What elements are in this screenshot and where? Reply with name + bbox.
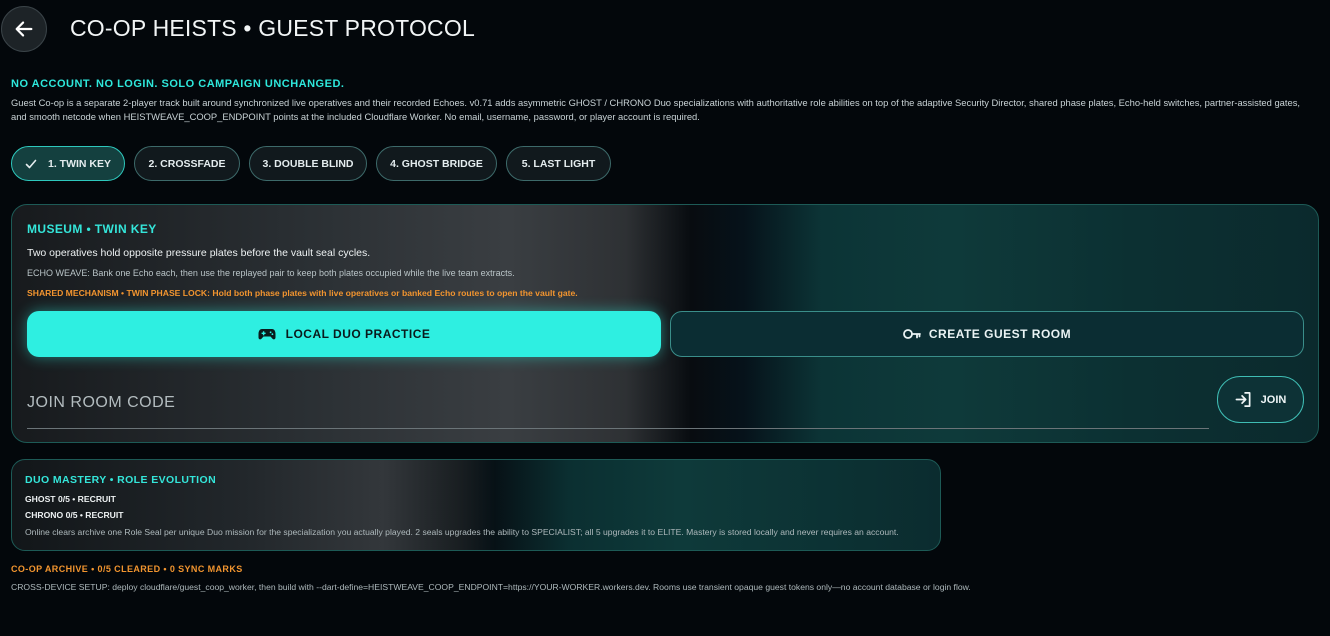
join-room-code-input[interactable] <box>27 377 1209 429</box>
login-icon <box>1235 392 1251 407</box>
join-label: JOIN <box>1260 393 1287 406</box>
page-title: CO-OP HEISTS • GUEST PROTOCOL <box>70 15 475 41</box>
create-guest-room-label: CREATE GUEST ROOM <box>928 327 1072 341</box>
mission-tab-label: 4. GHOST BRIDGE <box>390 157 483 170</box>
intro-text: Guest Co-op is a separate 2-player track… <box>11 97 1301 122</box>
mission-tab-label: 2. CROSSFADE <box>148 157 226 170</box>
mission-tab-double-blind[interactable]: 3. DOUBLE BLIND <box>249 146 367 181</box>
key-icon <box>902 329 921 339</box>
back-button[interactable] <box>1 6 47 52</box>
check-icon <box>25 159 37 168</box>
local-duo-practice-button[interactable]: LOCAL DUO PRACTICE <box>27 311 661 357</box>
mission-description: Two operatives hold opposite pressure pl… <box>27 247 371 259</box>
mission-tabs: 1. TWIN KEY 2. CROSSFADE 3. DOUBLE BLIND… <box>11 146 611 181</box>
mission-heading: MUSEUM • TWIN KEY <box>27 222 157 236</box>
mission-tab-last-light[interactable]: 5. LAST LIGHT <box>506 146 611 181</box>
no-account-notice: NO ACCOUNT. NO LOGIN. SOLO CAMPAIGN UNCH… <box>11 78 345 90</box>
duo-mastery-panel: DUO MASTERY • ROLE EVOLUTION GHOST 0/5 •… <box>11 459 941 551</box>
cross-device-setup-text: CROSS-DEVICE SETUP: deploy cloudflare/gu… <box>11 582 971 592</box>
arrow-left-icon <box>15 21 33 37</box>
mission-panel: MUSEUM • TWIN KEY Two operatives hold op… <box>11 204 1319 443</box>
mission-tab-label: 5. LAST LIGHT <box>521 157 596 170</box>
mission-tab-twin-key[interactable]: 1. TWIN KEY <box>11 146 125 181</box>
local-duo-practice-label: LOCAL DUO PRACTICE <box>285 327 431 341</box>
mission-tab-label: 1. TWIN KEY <box>47 157 111 170</box>
ghost-mastery-status: GHOST 0/5 • RECRUIT <box>25 494 116 504</box>
chrono-mastery-status: CHRONO 0/5 • RECRUIT <box>25 510 124 520</box>
create-guest-room-button[interactable]: CREATE GUEST ROOM <box>670 311 1304 357</box>
gamepad-icon <box>258 329 276 340</box>
mission-tab-label: 3. DOUBLE BLIND <box>262 157 354 170</box>
coop-heists-screen: CO-OP HEISTS • GUEST PROTOCOL NO ACCOUNT… <box>0 0 1330 636</box>
mission-tab-ghost-bridge[interactable]: 4. GHOST BRIDGE <box>376 146 497 181</box>
mastery-note: Online clears archive one Role Seal per … <box>25 527 899 537</box>
mission-tab-crossfade[interactable]: 2. CROSSFADE <box>134 146 240 181</box>
coop-archive-status: CO-OP ARCHIVE • 0/5 CLEARED • 0 SYNC MAR… <box>11 564 243 574</box>
shared-mechanism-text: SHARED MECHANISM • TWIN PHASE LOCK: Hold… <box>27 288 578 298</box>
mastery-heading: DUO MASTERY • ROLE EVOLUTION <box>25 474 217 486</box>
echo-weave-text: ECHO WEAVE: Bank one Echo each, then use… <box>27 268 515 278</box>
join-button[interactable]: JOIN <box>1217 376 1304 423</box>
